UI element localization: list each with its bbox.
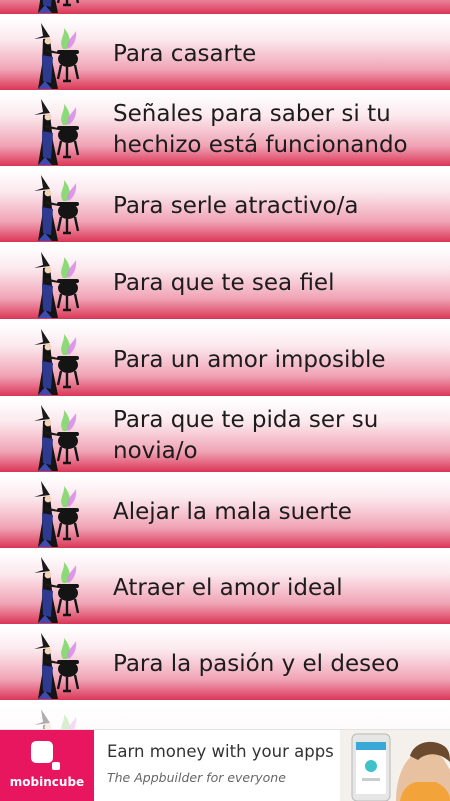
list-item-label: Para serle atractivo/a (113, 192, 359, 219)
list-item-label: Alejar la mala suerte (113, 498, 352, 525)
witch-cauldron-icon (32, 250, 81, 318)
spell-list: Para casarte Señales para saber si tu he… (0, 0, 450, 729)
list-item[interactable]: Para serle atractivo/a (0, 170, 450, 244)
list-item[interactable]: Para que te pida ser su novia/o (0, 400, 450, 474)
list-item-label: Para un amor imposible (113, 346, 386, 373)
witch-cauldron-icon (32, 173, 81, 241)
ad-tagline: The Appbuilder for everyone (107, 770, 286, 785)
mobincube-logo: mobincube (0, 730, 94, 801)
witch-cauldron-icon (32, 707, 81, 729)
ad-banner[interactable]: mobincube Earn money with your apps The … (0, 729, 450, 801)
list-item[interactable]: Para un amor imposible (0, 324, 450, 398)
list-item-label: Para casarte (113, 40, 257, 67)
witch-cauldron-icon (32, 555, 81, 623)
list-item[interactable] (0, 0, 450, 16)
list-item[interactable]: Señales para saber si tu hechizo está fu… (0, 94, 450, 168)
ad-brand-name: mobincube (9, 775, 85, 789)
list-item[interactable]: Alejar la mala suerte (0, 476, 450, 550)
ad-phone-image (340, 730, 450, 801)
mobincube-logo-icon (31, 741, 60, 770)
witch-cauldron-icon (32, 21, 81, 89)
list-item-label: Señales para saber si tu hechizo está fu… (113, 101, 408, 158)
list-item[interactable]: Para la pasión y el deseo (0, 628, 450, 702)
list-item-label: Para la pasión y el deseo (113, 650, 400, 677)
list-item[interactable]: Para que te sea fiel (0, 247, 450, 321)
witch-cauldron-icon (32, 97, 81, 165)
witch-cauldron-icon (32, 479, 81, 547)
list-item-label (113, 0, 436, 14)
witch-cauldron-icon (32, 403, 81, 471)
witch-cauldron-icon (32, 631, 81, 699)
witch-cauldron-icon (32, 0, 81, 13)
witch-cauldron-icon (32, 327, 81, 395)
list-item-label: Atraer al amante perfecto (113, 704, 436, 730)
list-item[interactable]: Atraer al amante perfecto (0, 704, 450, 729)
list-item-label: Para que te pida ser su novia/o (113, 407, 379, 464)
list-item-label: Atraer el amor ideal (113, 574, 343, 601)
list-item-label: Para que te sea fiel (113, 269, 335, 296)
list-item[interactable]: Atraer el amor ideal (0, 552, 450, 626)
list-item[interactable]: Para casarte (0, 18, 450, 92)
ad-headline: Earn money with your apps (107, 742, 334, 761)
